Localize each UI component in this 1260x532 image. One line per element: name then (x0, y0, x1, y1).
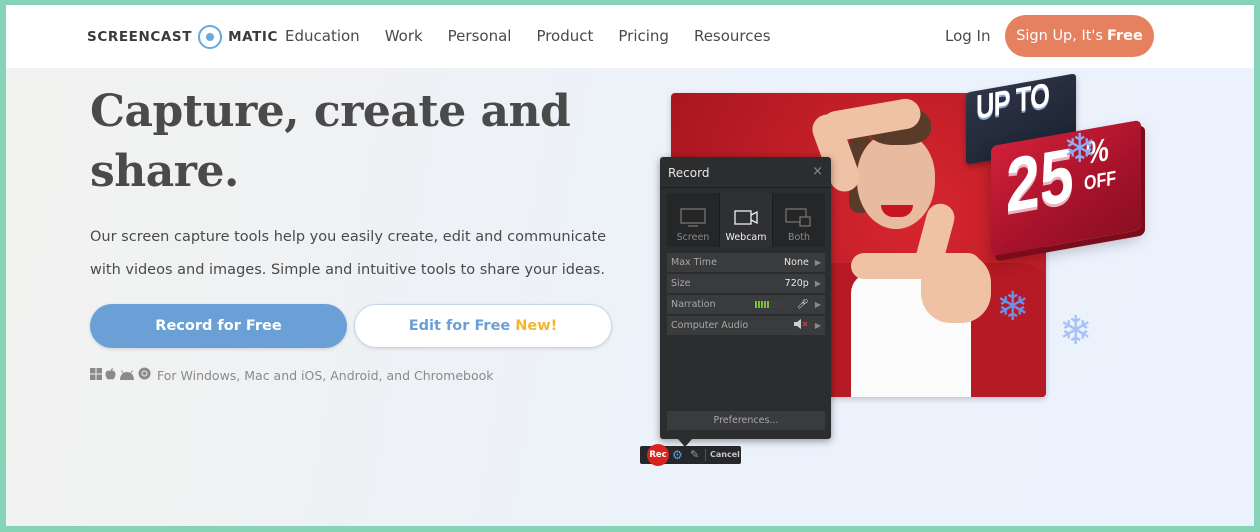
chrome-icon (138, 367, 151, 383)
platform-support: For Windows, Mac and iOS, Android, and C… (90, 367, 494, 383)
webcam-icon (734, 210, 758, 225)
signup-label-bold: Free (1106, 28, 1143, 44)
mode-screen-label: Screen (676, 232, 710, 243)
windows-icon (90, 367, 102, 383)
recorder-panel: Record × Screen Webcam Both Max Time Non… (660, 157, 831, 439)
mode-screen[interactable]: Screen (667, 193, 720, 247)
signup-label: Sign Up, It's (1016, 28, 1103, 44)
chevron-right-icon: ▶ (814, 321, 821, 330)
setting-computer-audio[interactable]: Computer Audio ▶ (667, 316, 825, 335)
cancel-button[interactable]: Cancel (710, 449, 740, 461)
login-link[interactable]: Log In (945, 25, 991, 47)
setting-max-time[interactable]: Max Time None ▶ (667, 253, 825, 272)
record-for-free-button[interactable]: Record for Free (90, 304, 347, 348)
microphone-icon: 🎤︎ (796, 299, 809, 310)
snowflake-icon: ❄ (1063, 126, 1097, 172)
speaker-muted-icon (793, 319, 809, 332)
gear-icon[interactable]: ⚙ (672, 448, 683, 462)
apple-icon (105, 367, 116, 383)
size-value: 720p (784, 278, 809, 289)
narration-level-meter (754, 301, 787, 308)
logo[interactable]: SCREENCAST MATIC (87, 25, 278, 49)
screen-webcam-icon (785, 208, 811, 227)
new-badge: New! (515, 318, 558, 334)
nav-personal[interactable]: Personal (448, 25, 512, 47)
rec-button[interactable]: Rec (647, 444, 669, 466)
hero-headline: Capture, create and share. (90, 82, 571, 202)
mode-both-label: Both (787, 232, 811, 243)
edit-button-label: Edit for Free (408, 318, 511, 334)
setting-narration[interactable]: Narration 🎤︎ ▶ (667, 295, 825, 314)
preferences-button[interactable]: Preferences... (667, 411, 825, 430)
mode-webcam[interactable]: Webcam (720, 193, 773, 247)
pencil-icon[interactable]: ✎ (690, 448, 699, 462)
headline-line-1: Capture, create and (90, 86, 571, 137)
main-nav: Education Work Personal Product Pricing … (285, 25, 796, 47)
mode-both[interactable]: Both (773, 193, 825, 247)
close-icon[interactable]: × (812, 164, 823, 179)
nav-product[interactable]: Product (536, 25, 593, 47)
chevron-right-icon: ▶ (814, 300, 821, 309)
logo-record-icon (198, 25, 223, 49)
edit-for-free-button[interactable]: Edit for Free New! (354, 304, 612, 348)
logo-text-left: SCREENCAST (87, 29, 193, 45)
setting-size[interactable]: Size 720p ▶ (667, 274, 825, 293)
mode-webcam-label: Webcam (725, 232, 767, 243)
recorder-mode-tabs: Screen Webcam Both (667, 193, 825, 247)
nav-work[interactable]: Work (385, 25, 423, 47)
monitor-icon (680, 208, 706, 227)
logo-text-right: MATIC (228, 29, 279, 45)
signup-button[interactable]: Sign Up, It's Free (1005, 15, 1154, 57)
platforms-text: For Windows, Mac and iOS, Android, and C… (157, 367, 494, 383)
recorder-title: Record (668, 166, 710, 180)
snowflake-icon: ❄ (1059, 308, 1093, 354)
site-header: SCREENCAST MATIC Education Work Personal… (6, 5, 1254, 68)
recorder-settings: Max Time None ▶ Size 720p ▶ Narration 🎤︎… (667, 253, 825, 337)
chevron-right-icon: ▶ (814, 258, 821, 267)
nav-education[interactable]: Education (285, 25, 360, 47)
snowflake-icon: ❄ (996, 284, 1030, 330)
nav-resources[interactable]: Resources (694, 25, 771, 47)
page-frame: SCREENCAST MATIC Education Work Personal… (6, 5, 1254, 526)
max-time-value: None (784, 257, 809, 268)
nav-pricing[interactable]: Pricing (618, 25, 669, 47)
android-icon (119, 368, 135, 383)
headline-line-2: share. (90, 146, 239, 197)
chevron-right-icon: ▶ (814, 279, 821, 288)
hero-subtext: Our screen capture tools help you easily… (90, 229, 607, 278)
